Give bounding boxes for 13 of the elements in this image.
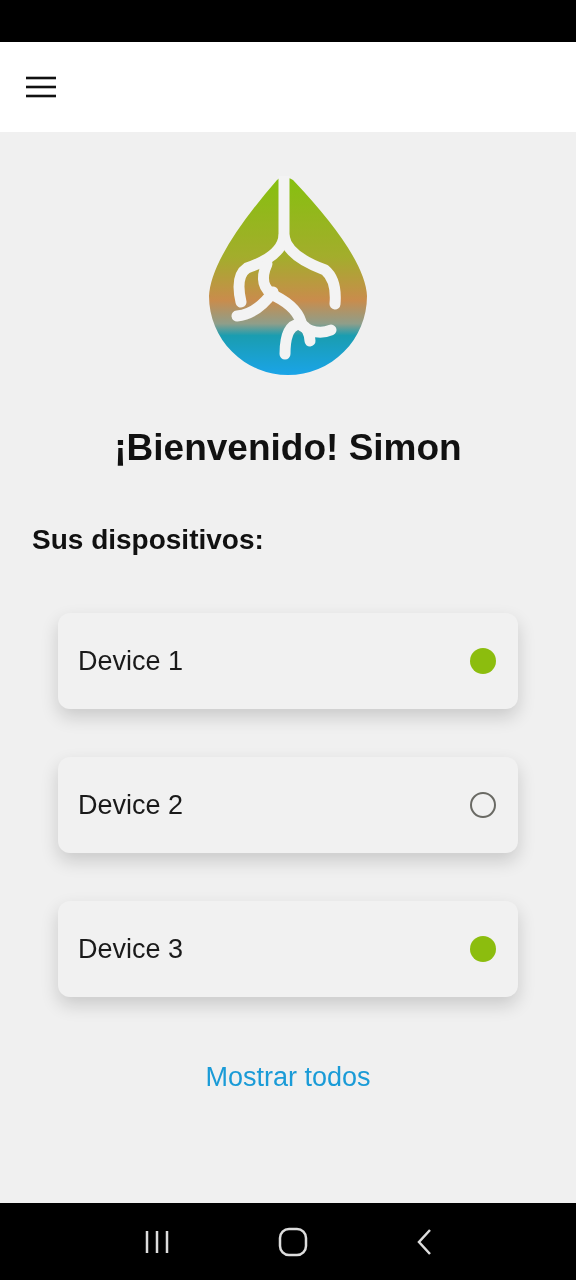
device-name: Device 3 [78, 933, 184, 967]
device-card[interactable]: Device 1 [58, 613, 518, 710]
recent-apps-icon[interactable] [144, 1229, 170, 1254]
device-name: Device 2 [78, 789, 184, 823]
device-card[interactable]: Device 3 [58, 901, 518, 998]
menu-icon[interactable] [26, 76, 56, 98]
logo-icon [207, 176, 369, 376]
device-card[interactable]: Device 2 [58, 757, 518, 854]
back-icon[interactable] [416, 1227, 432, 1256]
welcome-title: ¡Bienvenido! Simon [114, 426, 462, 470]
device-name: Device 1 [78, 645, 184, 679]
home-icon[interactable] [278, 1226, 308, 1257]
section-title: Sus dispositivos: [32, 523, 264, 558]
